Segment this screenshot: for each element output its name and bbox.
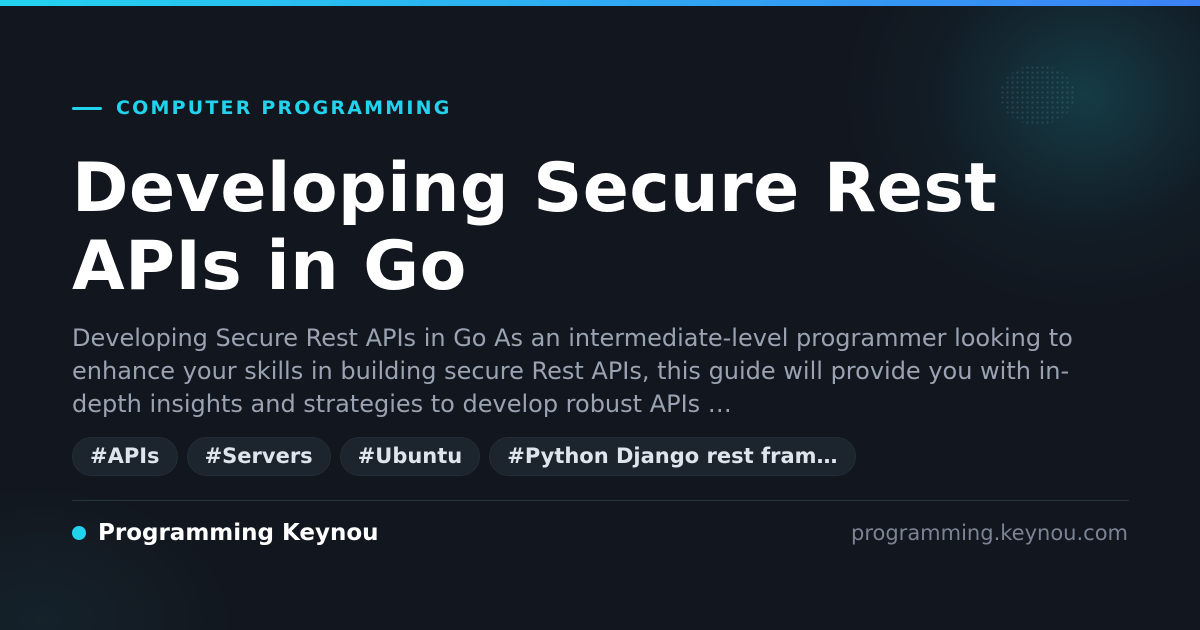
dot-pattern-decoration bbox=[1000, 65, 1075, 125]
page-title: Developing Secure Rest APIs in Go bbox=[72, 149, 998, 306]
category-label: COMPUTER PROGRAMMING bbox=[116, 97, 452, 119]
brand-name: Programming Keynou bbox=[98, 520, 379, 546]
tag-python-django: #Python Django rest fram… bbox=[489, 437, 856, 476]
brand: Programming Keynou bbox=[72, 518, 379, 548]
tag-list: #APIs #Servers #Ubuntu #Python Django re… bbox=[72, 437, 856, 476]
tag-ubuntu: #Ubuntu bbox=[339, 437, 481, 476]
og-card: COMPUTER PROGRAMMING Developing Secure R… bbox=[0, 0, 1200, 630]
article-description: Developing Secure Rest APIs in Go As an … bbox=[72, 324, 1073, 418]
brand-dot-icon bbox=[72, 526, 86, 540]
footer-divider bbox=[72, 500, 1129, 501]
top-accent-bar bbox=[0, 0, 1200, 6]
site-url: programming.keynou.com bbox=[851, 521, 1128, 545]
accent-line-icon bbox=[72, 106, 102, 110]
category-eyebrow: COMPUTER PROGRAMMING bbox=[72, 96, 452, 120]
tag-servers: #Servers bbox=[186, 437, 331, 476]
tag-apis: #APIs bbox=[72, 437, 178, 476]
